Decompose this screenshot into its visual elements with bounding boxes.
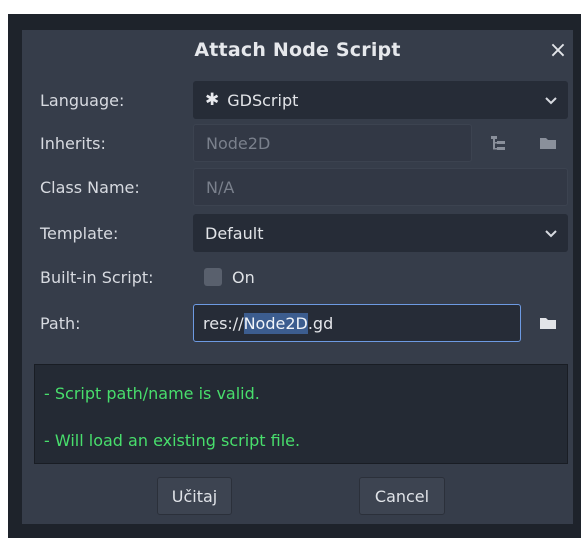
path-input[interactable]: res://Node2D .gd — [193, 304, 521, 342]
inherits-field[interactable]: Node2D — [193, 124, 472, 162]
folder-icon — [540, 318, 556, 329]
builtin-on-label[interactable]: On — [232, 258, 255, 296]
class-tree-icon[interactable] — [486, 131, 510, 155]
gear-icon: ✱ — [205, 90, 220, 110]
language-value: GDScript — [227, 90, 299, 110]
chevron-down-icon — [545, 97, 557, 105]
template-dropdown[interactable]: Default — [193, 214, 568, 252]
status-line-load: - Will load an existing script file. — [44, 430, 301, 450]
status-line-valid: - Script path/name is valid. — [44, 383, 260, 403]
folder-icon — [540, 138, 556, 149]
cancel-button[interactable]: Cancel — [359, 477, 445, 515]
path-suffix: .gd — [307, 313, 334, 333]
tree-icon — [491, 136, 505, 150]
dialog-title: Attach Node Script — [194, 39, 401, 61]
class-name-label: Class Name: — [40, 177, 140, 197]
builtin-script-label: Built-in Script: — [40, 267, 154, 287]
load-button[interactable]: Učitaj — [157, 477, 232, 515]
template-label: Template: — [40, 223, 119, 243]
builtin-script-checkbox[interactable] — [204, 268, 222, 286]
path-selection: Node2D — [243, 312, 308, 334]
inherits-label: Inherits: — [40, 133, 106, 153]
path-prefix: res:// — [203, 313, 244, 333]
chevron-down-icon — [545, 230, 557, 238]
class-name-field[interactable]: N/A — [193, 168, 568, 206]
template-value: Default — [205, 223, 264, 243]
language-dropdown[interactable]: ✱ GDScript — [193, 81, 568, 119]
close-icon[interactable]: × — [544, 36, 572, 64]
language-label: Language: — [40, 90, 125, 110]
path-label: Path: — [40, 313, 81, 333]
path-folder-icon[interactable] — [536, 311, 560, 335]
inherits-folder-icon[interactable] — [536, 131, 560, 155]
